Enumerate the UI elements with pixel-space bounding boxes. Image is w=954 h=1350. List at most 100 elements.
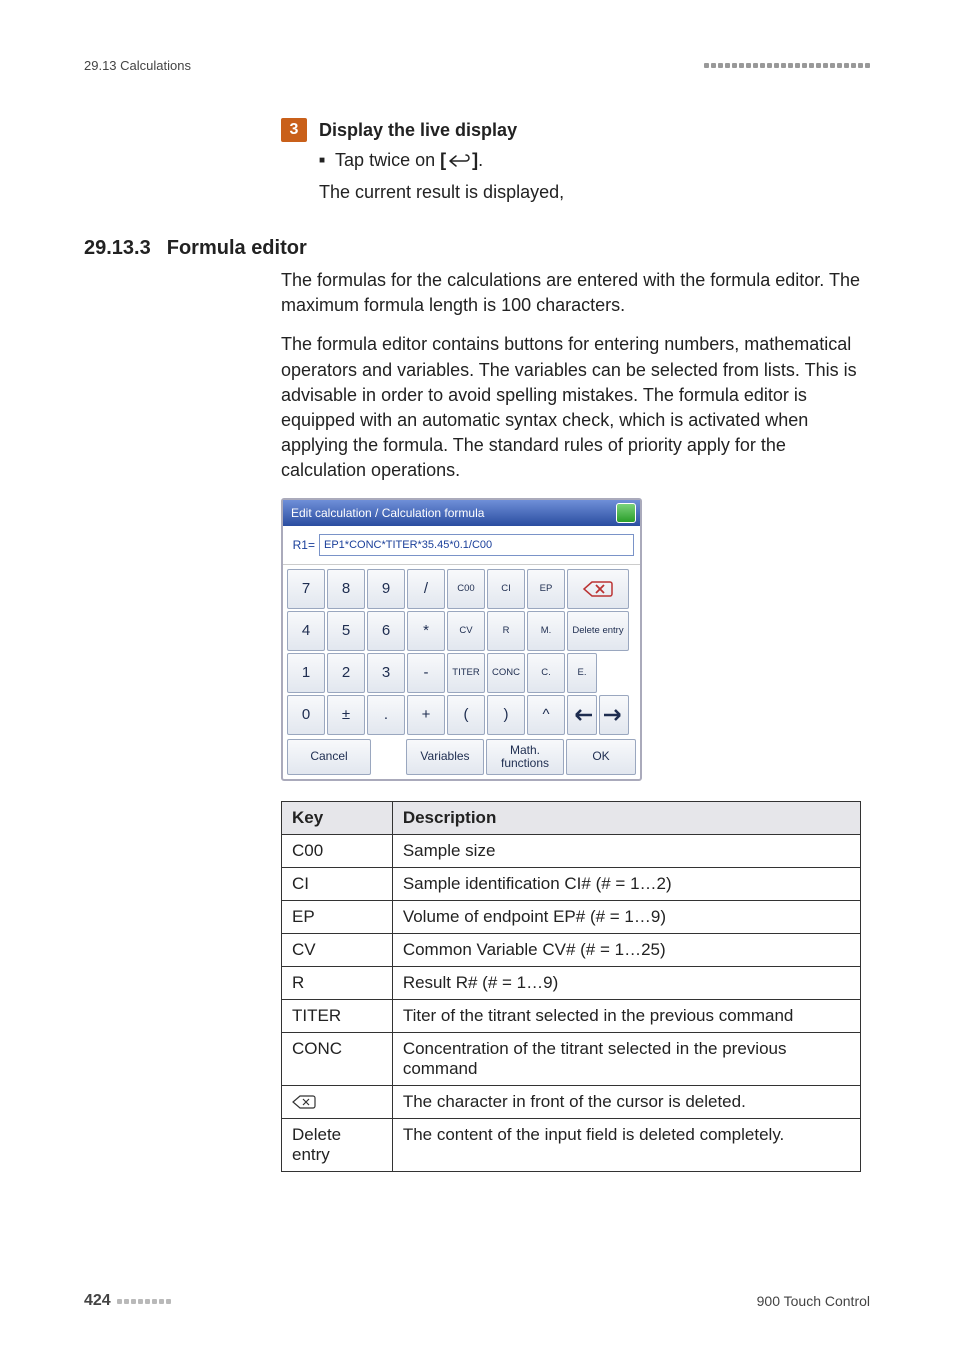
page-header: 29.13 Calculations: [84, 58, 870, 73]
key-rparen[interactable]: ): [487, 695, 525, 735]
table-cell-desc: Volume of endpoint EP# (# = 1…9): [392, 900, 860, 933]
header-section-label: 29.13 Calculations: [84, 58, 191, 73]
table-cell-key: EP: [282, 900, 393, 933]
bullet-icon: ■: [319, 150, 325, 172]
editor-cancel-button[interactable]: Cancel: [287, 739, 371, 775]
key-lparen[interactable]: (: [447, 695, 485, 735]
table-cell-desc: Concentration of the titrant selected in…: [392, 1032, 860, 1085]
key-5[interactable]: 5: [327, 611, 365, 651]
table-cell-key: CI: [282, 867, 393, 900]
step-bullet-text: Tap twice on [ ] .: [335, 150, 483, 172]
backspace-icon: [292, 1095, 316, 1109]
table-row: CISample identification CI# (# = 1…2): [282, 867, 861, 900]
table-cell-desc: Result R# (# = 1…9): [392, 966, 860, 999]
section-title: Formula editor: [167, 237, 307, 260]
key-c-dot[interactable]: C.: [527, 653, 565, 693]
step-bullet-suffix: .: [478, 150, 483, 170]
table-row: CONCConcentration of the titrant selecte…: [282, 1032, 861, 1085]
table-cell-key: CONC: [282, 1032, 393, 1085]
key-caret[interactable]: ^: [527, 695, 565, 735]
step-result-line: The current result is displayed,: [319, 182, 870, 203]
key-backspace[interactable]: [567, 569, 629, 609]
key-m-dot[interactable]: M.: [527, 611, 565, 651]
table-row: EPVolume of endpoint EP# (# = 1…9): [282, 900, 861, 933]
key-multiply[interactable]: *: [407, 611, 445, 651]
section-para-2: The formula editor contains buttons for …: [281, 332, 870, 483]
table-cell-key: R: [282, 966, 393, 999]
key-3[interactable]: 3: [367, 653, 405, 693]
key-titer[interactable]: TITER: [447, 653, 485, 693]
delete-entry-label: Delete entry: [572, 626, 623, 636]
editor-variables-button[interactable]: Variables: [406, 739, 484, 775]
key-8[interactable]: 8: [327, 569, 365, 609]
step-bullet-prefix: Tap twice on: [335, 150, 440, 170]
key-r[interactable]: R: [487, 611, 525, 651]
key-2[interactable]: 2: [327, 653, 365, 693]
key-ep[interactable]: EP: [527, 569, 565, 609]
editor-title-text: Edit calculation / Calculation formula: [291, 506, 484, 520]
bracket-open: [: [440, 150, 446, 171]
footer-ornament: [117, 1299, 171, 1304]
table-row: The character in front of the cursor is …: [282, 1085, 861, 1118]
table-cell-desc: Common Variable CV# (# = 1…25): [392, 933, 860, 966]
key-description-table: Key Description C00Sample sizeCISample i…: [281, 801, 861, 1172]
editor-math-functions-button[interactable]: Math. functions: [486, 739, 564, 775]
table-cell-key: TITER: [282, 999, 393, 1032]
arrow-right-icon: [604, 709, 624, 721]
table-row: TITERTiter of the titrant selected in th…: [282, 999, 861, 1032]
key-c00[interactable]: C00: [447, 569, 485, 609]
table-row: RResult R# (# = 1…9): [282, 966, 861, 999]
arrow-left-icon: [572, 709, 592, 721]
page-footer: 424 900 Touch Control: [84, 1292, 870, 1310]
key-4[interactable]: 4: [287, 611, 325, 651]
backspace-icon: [582, 580, 614, 598]
table-cell-desc: The content of the input field is delete…: [392, 1118, 860, 1171]
key-delete-entry[interactable]: Delete entry: [567, 611, 629, 651]
table-cell-key: Delete entry: [282, 1118, 393, 1171]
key-conc[interactable]: CONC: [487, 653, 525, 693]
key-7[interactable]: 7: [287, 569, 325, 609]
key-ci[interactable]: CI: [487, 569, 525, 609]
section-para-1: The formulas for the calculations are en…: [281, 268, 870, 318]
table-cell-key: [282, 1085, 393, 1118]
table-cell-desc: Sample size: [392, 834, 860, 867]
table-head-desc: Description: [392, 801, 860, 834]
table-cell-desc: Sample identification CI# (# = 1…2): [392, 867, 860, 900]
table-cell-key: CV: [282, 933, 393, 966]
key-minus[interactable]: -: [407, 653, 445, 693]
key-cursor-left[interactable]: [567, 695, 597, 735]
page-number-text: 424: [84, 1292, 111, 1310]
key-plus-minus[interactable]: ±: [327, 695, 365, 735]
section-number: 29.13.3: [84, 237, 151, 260]
table-head-key: Key: [282, 801, 393, 834]
step-block: 3 Display the live display ■ Tap twice o…: [281, 118, 870, 203]
header-ornament: [704, 63, 870, 68]
key-cv[interactable]: CV: [447, 611, 485, 651]
footer-page-number: 424: [84, 1292, 171, 1310]
step-title: Display the live display: [319, 120, 517, 141]
key-6[interactable]: 6: [367, 611, 405, 651]
back-arrow-icon: [448, 154, 470, 168]
table-row: C00Sample size: [282, 834, 861, 867]
table-row: CVCommon Variable CV# (# = 1…25): [282, 933, 861, 966]
editor-ok-button[interactable]: OK: [566, 739, 636, 775]
r1-label: R1=: [289, 538, 315, 552]
key-e-dot[interactable]: E.: [567, 653, 597, 693]
key-plus[interactable]: +: [407, 695, 445, 735]
key-1[interactable]: 1: [287, 653, 325, 693]
formula-input[interactable]: [319, 534, 634, 556]
key-9[interactable]: 9: [367, 569, 405, 609]
section-heading: 29.13.3 Formula editor: [84, 237, 870, 260]
key-cursor-right[interactable]: [599, 695, 629, 735]
key-divide[interactable]: /: [407, 569, 445, 609]
key-0[interactable]: 0: [287, 695, 325, 735]
table-cell-desc: Titer of the titrant selected in the pre…: [392, 999, 860, 1032]
table-cell-desc: The character in front of the cursor is …: [392, 1085, 860, 1118]
math-functions-label: Math. functions: [487, 744, 563, 769]
home-icon[interactable]: [616, 503, 636, 523]
step-number-badge: 3: [281, 118, 307, 142]
key-dot[interactable]: .: [367, 695, 405, 735]
editor-titlebar: Edit calculation / Calculation formula: [283, 500, 640, 526]
empty-cell-1: [599, 653, 629, 693]
footer-product: 900 Touch Control: [757, 1293, 870, 1309]
